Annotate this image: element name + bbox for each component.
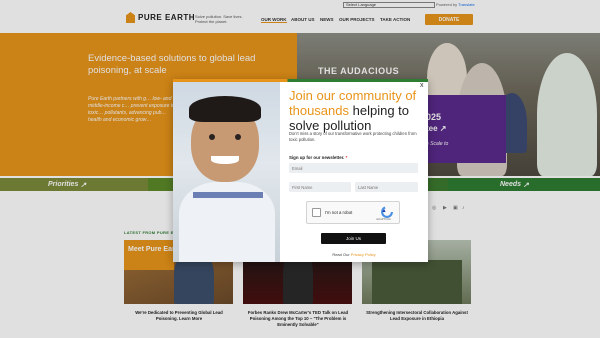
- privacy-policy-link[interactable]: Privacy Policy: [351, 252, 376, 257]
- signup-label: Sign up for our newsletter. *: [289, 155, 348, 160]
- join-us-button[interactable]: Join Us: [321, 233, 386, 244]
- modal-heading: Join our community of thousands helping …: [289, 88, 417, 133]
- recaptcha-checkbox[interactable]: [312, 208, 321, 217]
- newsletter-modal: x Join our community of thousands helpin…: [173, 79, 428, 262]
- modal-body: Don't miss a story of our transformative…: [289, 131, 417, 142]
- email-field[interactable]: [289, 163, 418, 173]
- recaptcha-brand: reCAPTCHA: [376, 218, 391, 221]
- page: Select Language Powered by Translate PUR…: [0, 0, 600, 338]
- recaptcha-icon: [381, 206, 393, 218]
- last-name-field[interactable]: [355, 182, 418, 192]
- first-name-field[interactable]: [289, 182, 351, 192]
- privacy-note: Read Our Privacy Policy: [332, 252, 376, 257]
- recaptcha-label: I'm not a robot: [325, 210, 353, 215]
- child-photo: [173, 82, 280, 262]
- recaptcha-widget: I'm not a robot reCAPTCHA: [306, 201, 400, 224]
